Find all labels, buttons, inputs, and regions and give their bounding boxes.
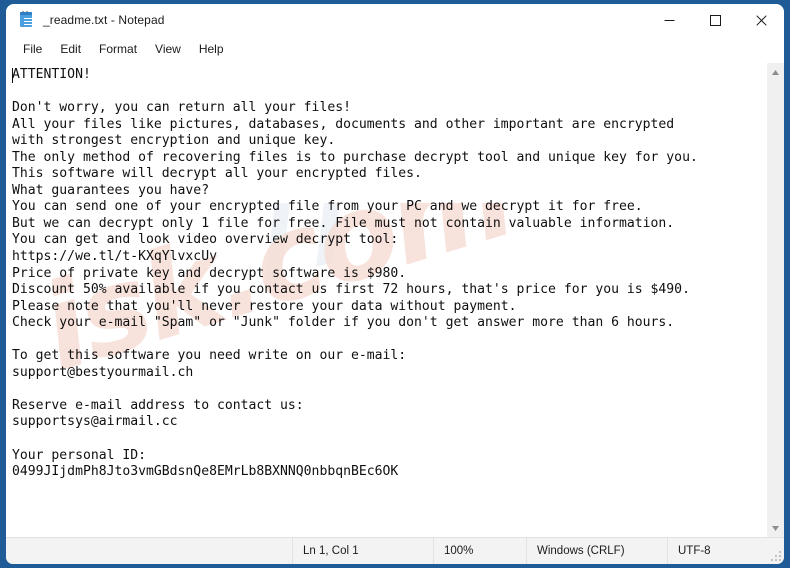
close-button[interactable] xyxy=(738,4,784,36)
menu-item-help[interactable]: Help xyxy=(190,39,233,59)
scrollbar-track[interactable] xyxy=(767,81,784,519)
maximize-button[interactable] xyxy=(692,4,738,36)
editor-area: // isk.com ATTENTION! Don't worry, you c… xyxy=(6,62,784,537)
window-title: _readme.txt - Notepad xyxy=(43,13,165,27)
notepad-window: _readme.txt - Notepad File Edit Format V… xyxy=(6,4,784,564)
resize-grip-icon[interactable] xyxy=(771,551,781,561)
vertical-scrollbar[interactable] xyxy=(766,63,784,537)
menu-item-format[interactable]: Format xyxy=(90,39,146,59)
scroll-down-arrow[interactable] xyxy=(767,519,784,537)
status-encoding[interactable]: UTF-8 xyxy=(667,538,784,564)
window-controls xyxy=(646,4,784,36)
menu-item-view[interactable]: View xyxy=(146,39,190,59)
menu-item-file[interactable]: File xyxy=(14,39,51,59)
text-surface[interactable]: // isk.com ATTENTION! Don't worry, you c… xyxy=(6,63,766,537)
title-bar[interactable]: _readme.txt - Notepad xyxy=(6,4,784,36)
status-zoom-level[interactable]: 100% xyxy=(433,538,526,564)
document-text[interactable]: ATTENTION! Don't worry, you can return a… xyxy=(6,63,766,481)
minimize-button[interactable] xyxy=(646,4,692,36)
scroll-up-arrow[interactable] xyxy=(767,63,784,81)
status-bar: Ln 1, Col 1 100% Windows (CRLF) UTF-8 xyxy=(6,537,784,564)
menu-item-edit[interactable]: Edit xyxy=(51,39,90,59)
notepad-icon xyxy=(18,11,34,28)
desktop-background: _readme.txt - Notepad File Edit Format V… xyxy=(0,0,790,568)
status-cursor-position[interactable]: Ln 1, Col 1 xyxy=(292,538,433,564)
menu-bar: File Edit Format View Help xyxy=(6,36,784,62)
status-line-ending[interactable]: Windows (CRLF) xyxy=(526,538,667,564)
